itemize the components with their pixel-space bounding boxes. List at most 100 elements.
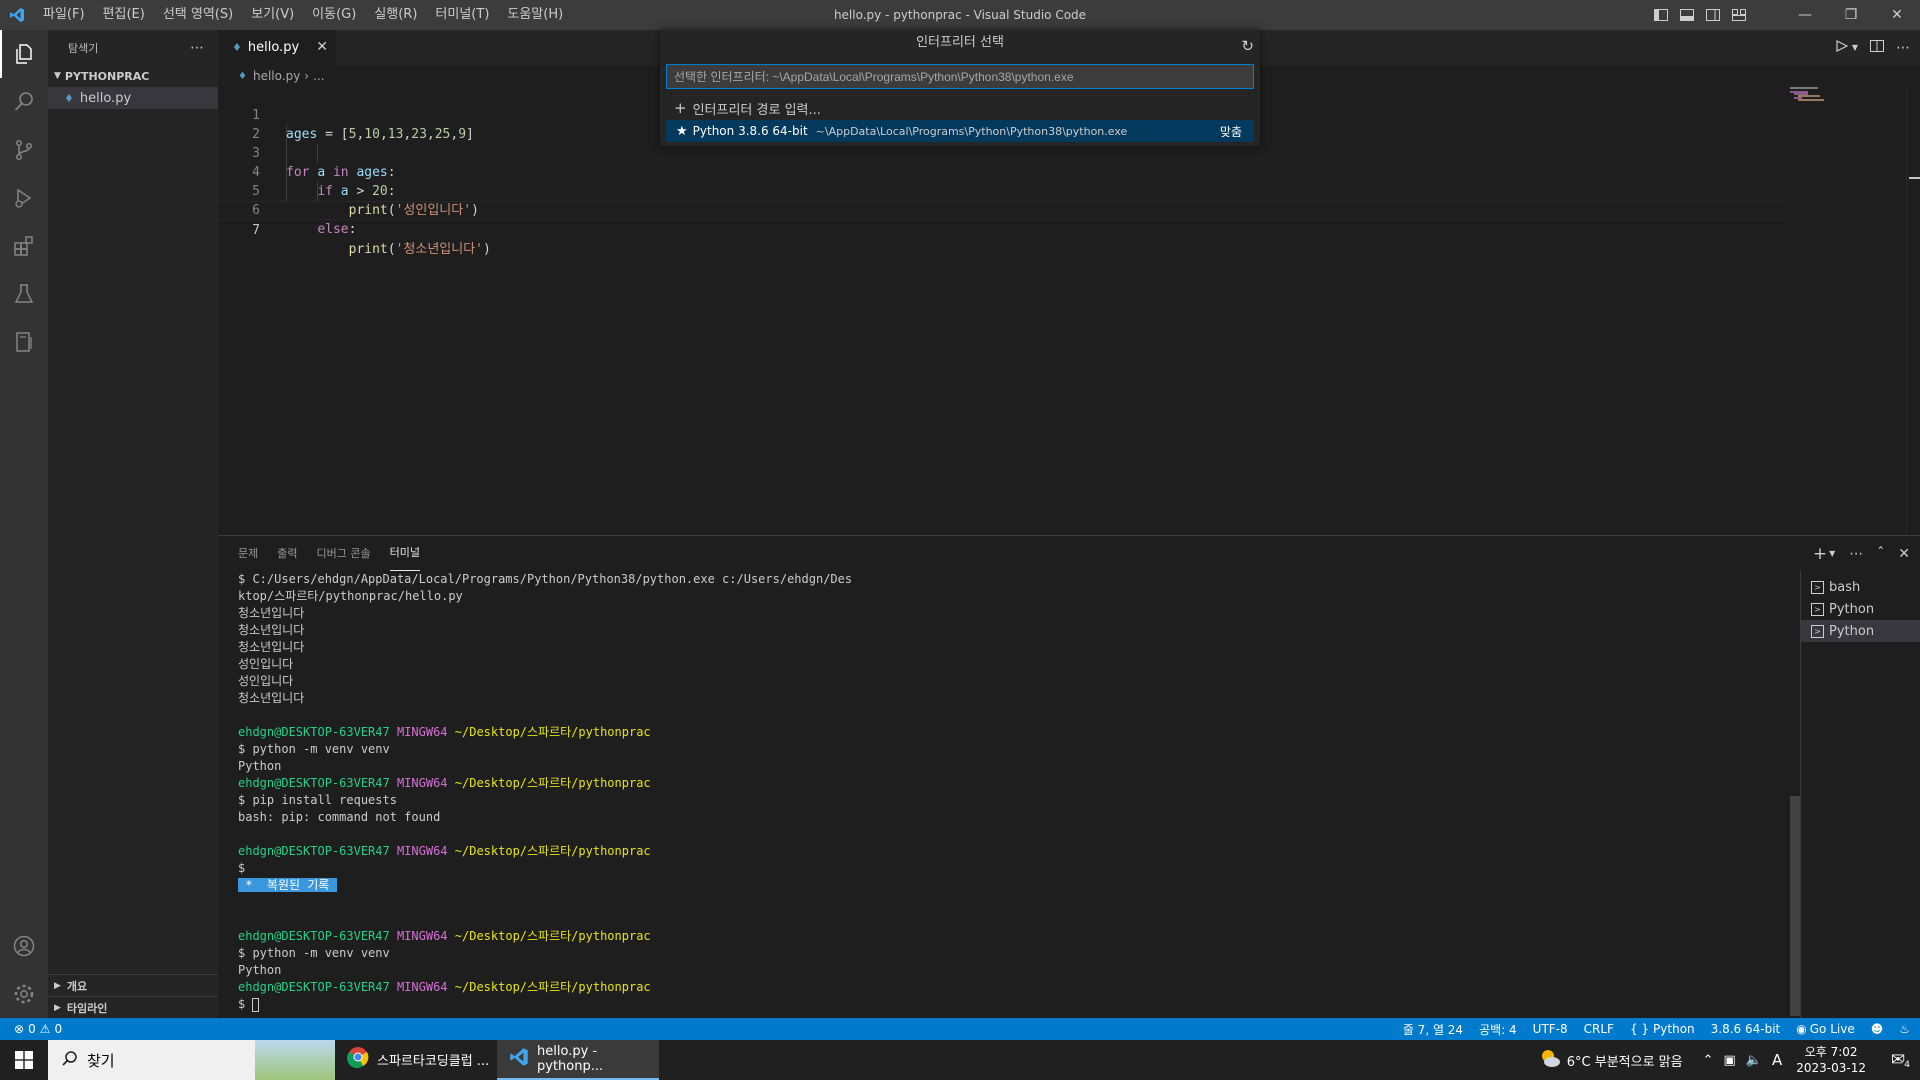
show-hidden-icons-chevron-icon[interactable]: ⌃ xyxy=(1703,1053,1714,1068)
toggle-sidebar-icon[interactable] xyxy=(1648,0,1674,30)
editor-scrollbar[interactable] xyxy=(1906,87,1920,535)
notification-center-icon[interactable]: ✉ 4 xyxy=(1876,1050,1920,1070)
terminal-item-bash[interactable]: > bash xyxy=(1801,576,1920,598)
accounts-icon[interactable] xyxy=(0,922,48,970)
taskbar-app-vscode[interactable]: hello.py - pythonp... xyxy=(497,1040,659,1080)
terminal-line: Python xyxy=(238,963,282,977)
run-debug-icon[interactable] xyxy=(0,174,48,222)
folder-label: PYTHONPRAC xyxy=(64,69,150,83)
tab-terminal[interactable]: 터미널 xyxy=(389,536,420,571)
python-interpreter[interactable]: 3.8.6 64-bit xyxy=(1711,1022,1781,1036)
menu-selection[interactable]: 선택 영역(S) xyxy=(154,0,242,30)
feedback-icon[interactable]: ☻ xyxy=(1871,1022,1884,1036)
terminal-icon: > xyxy=(1811,580,1824,594)
explorer-title: 탐색기 xyxy=(68,41,99,55)
menu-view[interactable]: 보기(V) xyxy=(242,0,303,30)
split-editor-icon[interactable] xyxy=(1870,39,1884,56)
clock[interactable]: 오후 7:02 2023-03-12 xyxy=(1786,1044,1876,1076)
cursor-position[interactable]: 줄 7, 열 24 xyxy=(1403,1021,1463,1038)
broadcast-icon: ◉ xyxy=(1796,1022,1807,1036)
refresh-icon[interactable]: ↻ xyxy=(1241,34,1254,59)
problems-status[interactable]: ⊗ 0 ⚠ 0 xyxy=(0,1022,62,1036)
interpreter-item-python38[interactable]: ★ Python 3.8.6 64-bit ~\AppData\Local\Pr… xyxy=(666,120,1254,142)
terminal-line: 청소년입니다 xyxy=(238,606,305,620)
editor-more-actions-icon[interactable]: ⋯ xyxy=(1896,40,1910,56)
terminal[interactable]: $ C:/Users/ehdgn/AppData/Local/Programs/… xyxy=(238,571,1798,1019)
menu-edit[interactable]: 편집(E) xyxy=(94,0,154,30)
weather-widget[interactable]: 6°C 부분적으로 맑음 xyxy=(1567,1051,1683,1070)
indentation[interactable]: 공백: 4 xyxy=(1479,1021,1517,1038)
close-window-button[interactable]: ✕ xyxy=(1874,0,1920,30)
prompt-shell: MINGW64 xyxy=(396,844,448,858)
new-terminal-plus-icon[interactable]: + xyxy=(1813,544,1827,564)
code-editor[interactable]: 1 ages = [5,10,13,23,25,9] 2 3 for a in … xyxy=(218,87,1920,535)
tab-debug-console[interactable]: 디버그 콘솔 xyxy=(317,536,371,571)
volume-icon[interactable]: 🔈 xyxy=(1746,1053,1762,1068)
run-dropdown-chevron-icon[interactable]: ▼ xyxy=(1852,43,1858,52)
terminal-dropdown-chevron-icon[interactable]: ▼ xyxy=(1829,549,1835,558)
ime-indicator[interactable]: A xyxy=(1772,1051,1782,1069)
windows-taskbar: 찾기 스파르타코딩클럽 ... hello.py - pythonp... 6°… xyxy=(0,1040,1920,1080)
terminal-line: Python xyxy=(238,759,282,773)
terminal-item-python-active[interactable]: > Python xyxy=(1801,620,1920,642)
menu-file[interactable]: 파일(F) xyxy=(34,0,94,30)
prompt-dollar: $ xyxy=(238,997,246,1011)
more-actions-icon[interactable]: ⋯ xyxy=(190,40,204,56)
windows-start-icon[interactable] xyxy=(0,1040,48,1080)
minimize-button[interactable]: — xyxy=(1782,0,1828,30)
title-bar: 파일(F) 편집(E) 선택 영역(S) 보기(V) 이동(G) 실행(R) 터… xyxy=(0,0,1920,30)
enter-path-label: 인터프리터 경로 입력... xyxy=(692,102,821,118)
end-of-line[interactable]: CRLF xyxy=(1584,1022,1614,1036)
minimap[interactable] xyxy=(1790,87,1910,127)
testing-icon[interactable] xyxy=(0,270,48,318)
maximize-panel-chevron-up-icon[interactable]: ˆ xyxy=(1877,546,1884,562)
close-panel-icon[interactable]: ✕ xyxy=(1898,546,1910,562)
code-line: 6 else: xyxy=(218,182,1788,237)
menu-help[interactable]: 도움말(H) xyxy=(498,0,572,30)
prompt-path: ~/Desktop/스파르타/pythonprac xyxy=(454,844,651,858)
close-tab-icon[interactable]: ✕ xyxy=(316,39,328,55)
terminal-item-label: bash xyxy=(1829,579,1861,595)
search-icon[interactable] xyxy=(0,78,48,126)
chevron-down-icon: ▼ xyxy=(54,71,61,81)
panel-more-actions-icon[interactable]: ⋯ xyxy=(1849,546,1863,562)
outline-section[interactable]: ▶ 개요 xyxy=(48,974,218,996)
terminal-line: 청소년입니다 xyxy=(238,691,305,705)
notifications-bell-icon[interactable]: ♨ xyxy=(1899,1022,1910,1036)
menu-terminal[interactable]: 터미널(T) xyxy=(426,0,498,30)
interpreter-search-input[interactable] xyxy=(666,64,1254,89)
network-icon[interactable]: ▣ xyxy=(1724,1053,1736,1068)
explorer-sidebar: 탐색기 ⋯ ▼ PYTHONPRAC ♦ hello.py ▶ 개요 ▶ 타임라… xyxy=(48,30,218,1018)
taskbar-search-box[interactable]: 찾기 xyxy=(48,1040,335,1080)
go-live-button[interactable]: ◉ Go Live xyxy=(1796,1022,1854,1036)
restore-button[interactable]: ❐ xyxy=(1828,0,1874,30)
tab-problems[interactable]: 문제 xyxy=(238,536,258,571)
taskbar-app-chrome[interactable]: 스파르타코딩클럽 ... xyxy=(335,1040,497,1080)
terminal-scrollbar[interactable] xyxy=(1790,796,1800,1016)
menu-run[interactable]: 실행(R) xyxy=(365,0,426,30)
source-control-icon[interactable] xyxy=(0,126,48,174)
explorer-icon[interactable] xyxy=(0,30,48,78)
timeline-section[interactable]: ▶ 타임라인 xyxy=(48,996,218,1018)
enter-interpreter-path-item[interactable]: + 인터프리터 경로 입력... xyxy=(666,97,1254,119)
code-line: 5 print('성인입니다') xyxy=(218,163,1788,218)
menu-go[interactable]: 이동(G) xyxy=(303,0,365,30)
remote-explorer-icon[interactable] xyxy=(0,318,48,366)
breadcrumb-file[interactable]: hello.py xyxy=(253,69,300,83)
file-hello-py[interactable]: ♦ hello.py xyxy=(48,87,218,109)
encoding[interactable]: UTF-8 xyxy=(1533,1022,1568,1036)
toggle-secondary-sidebar-icon[interactable] xyxy=(1700,0,1726,30)
customize-layout-icon[interactable] xyxy=(1726,0,1752,30)
toggle-panel-icon[interactable] xyxy=(1674,0,1700,30)
terminal-line: 성인입니다 xyxy=(238,674,294,688)
extensions-icon[interactable] xyxy=(0,222,48,270)
code-line-current: 7 print('청소년입니다') xyxy=(218,201,1788,257)
run-python-file-icon[interactable] xyxy=(1836,39,1849,56)
terminal-item-python[interactable]: > Python xyxy=(1801,598,1920,620)
tab-output[interactable]: 출력 xyxy=(277,536,297,571)
manage-gear-icon[interactable] xyxy=(0,970,48,1018)
breadcrumb-symbol[interactable]: ... xyxy=(313,69,324,83)
folder-pythonprac[interactable]: ▼ PYTHONPRAC xyxy=(48,65,218,87)
tab-hello-py[interactable]: ♦ hello.py ✕ xyxy=(218,30,336,65)
language-mode[interactable]: { } Python xyxy=(1630,1022,1695,1036)
